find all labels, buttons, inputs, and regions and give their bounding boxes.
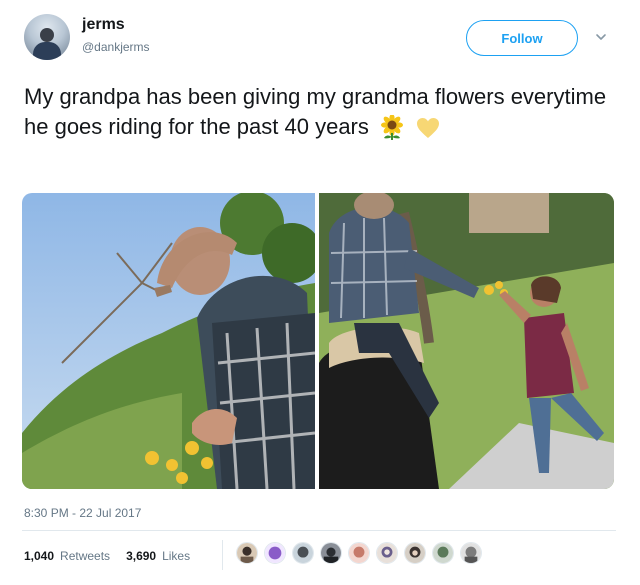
liker-avatar[interactable] xyxy=(292,542,314,564)
photo-grandpa-giving-flowers[interactable] xyxy=(319,193,614,489)
liker-avatar[interactable] xyxy=(320,542,342,564)
likes-count[interactable]: 3,690 xyxy=(126,549,156,563)
follow-button[interactable]: Follow xyxy=(466,20,578,56)
liker-avatar[interactable] xyxy=(432,542,454,564)
liker-avatar[interactable] xyxy=(404,542,426,564)
sunflower-emoji xyxy=(381,115,404,141)
author-name[interactable]: jerms xyxy=(82,16,125,34)
likers-divider xyxy=(222,540,223,570)
liker-avatar[interactable] xyxy=(376,542,398,564)
tweet-text-body: My grandpa has been giving my grandma fl… xyxy=(24,84,607,139)
tweet-photos[interactable] xyxy=(22,193,614,489)
tweet-stats: 1,040 Retweets 3,690 Likes xyxy=(24,549,190,563)
liker-avatar[interactable] xyxy=(264,542,286,564)
tweet-card: jerms @dankjerms Follow My grandpa has b… xyxy=(0,0,640,585)
retweets-label[interactable]: Retweets xyxy=(60,549,110,563)
likers-avatars xyxy=(236,542,482,564)
liker-avatar[interactable] xyxy=(348,542,370,564)
chevron-down-icon[interactable] xyxy=(594,30,608,44)
stats-divider xyxy=(22,530,616,531)
avatar-head xyxy=(40,28,54,42)
liker-avatar[interactable] xyxy=(236,542,258,564)
author-avatar[interactable] xyxy=(24,14,70,60)
likes-label[interactable]: Likes xyxy=(162,549,190,563)
retweets-count[interactable]: 1,040 xyxy=(24,549,54,563)
avatar-body xyxy=(33,42,61,60)
yellow-heart-emoji xyxy=(417,118,440,139)
tweet-timestamp[interactable]: 8:30 PM - 22 Jul 2017 xyxy=(24,506,141,520)
author-handle[interactable]: @dankjerms xyxy=(82,40,150,54)
tweet-text: My grandpa has been giving my grandma fl… xyxy=(24,82,614,142)
photo-grandpa-picking-flowers[interactable] xyxy=(22,193,315,489)
liker-avatar[interactable] xyxy=(460,542,482,564)
